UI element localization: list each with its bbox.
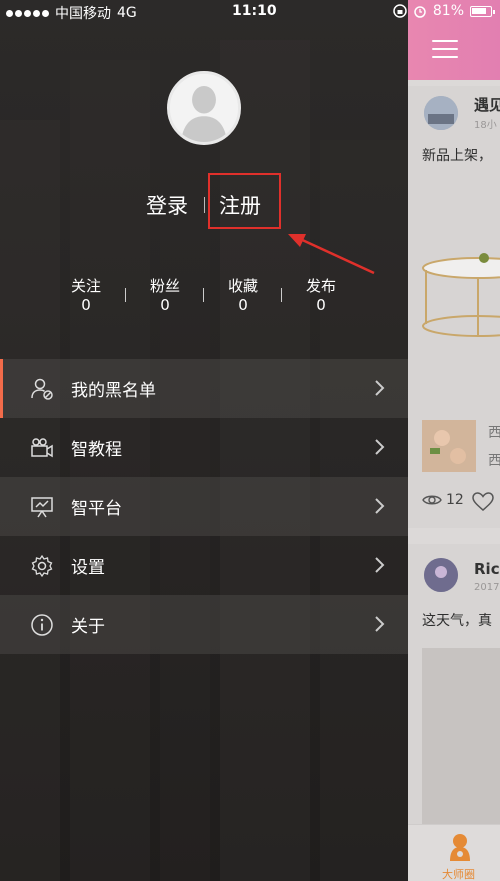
chevron-right-icon: [375, 439, 385, 455]
menu-item-label: 关于: [71, 617, 105, 637]
auth-divider: [204, 197, 205, 213]
info-icon: [30, 613, 54, 637]
menu-item-label: 智教程: [71, 440, 122, 460]
master-circle-tab-icon[interactable]: [448, 833, 472, 863]
menu-item-label: 智平台: [71, 499, 122, 519]
post-author: Ric: [474, 560, 500, 578]
eye-icon: [422, 495, 442, 505]
stat-label: 粉丝: [149, 277, 180, 295]
feed-post[interactable]: Ric 2017 这天气，真: [408, 544, 500, 824]
stat-value: 0: [160, 296, 170, 314]
carrier-label: 中国移动: [55, 6, 111, 22]
main-content-peek[interactable]: 遇见 18小 新品上架， 西 西 12 Ric 2017 这天气，真 大师圈: [408, 0, 500, 881]
signal-strength-icon: [6, 9, 49, 17]
menu-item-label: 我的黑名单: [71, 381, 156, 401]
annotation-arrow-icon: [288, 234, 375, 275]
chevron-right-icon: [375, 557, 385, 573]
feed-post[interactable]: 遇见 18小 新品上架， 西 西 12: [408, 86, 500, 528]
menu-item-platform[interactable]: 智平台: [0, 477, 408, 536]
stat-label: 收藏: [227, 277, 258, 295]
post-time: 2017: [474, 582, 500, 593]
stat-favorites[interactable]: 收藏 0: [203, 277, 283, 315]
avatar[interactable]: [167, 71, 241, 145]
gear-icon: [30, 554, 54, 578]
stat-label: 发布: [305, 277, 336, 295]
menu-item-blacklist[interactable]: 我的黑名单: [0, 359, 408, 418]
menu-item-settings[interactable]: 设置: [0, 536, 408, 595]
stat-fans[interactable]: 粉丝 0: [125, 277, 205, 315]
views-count: 12: [446, 492, 464, 508]
status-bar: 中国移动 4G 11:10 81%: [0, 0, 500, 24]
stat-value: 0: [238, 296, 248, 314]
thumb-text-1: 西: [488, 425, 500, 441]
battery-percent: 81%: [432, 3, 464, 19]
bottom-tab-bar: 大师圈: [408, 824, 500, 881]
post-avatar[interactable]: [424, 96, 458, 130]
chevron-right-icon: [375, 380, 385, 396]
hamburger-menu-icon[interactable]: [432, 40, 458, 58]
login-button[interactable]: 登录: [146, 190, 188, 220]
heart-icon[interactable]: [472, 492, 494, 512]
chevron-right-icon: [375, 616, 385, 632]
annotation-highlight-box: [208, 173, 281, 229]
stat-value: 0: [316, 296, 326, 314]
battery-icon: [470, 5, 495, 17]
post-image: [422, 648, 500, 824]
post-text: 新品上架，: [422, 148, 492, 164]
post-views: 12: [422, 492, 464, 508]
stat-following[interactable]: 关注 0: [46, 277, 126, 315]
post-image-table: [422, 253, 500, 337]
alarm-icon: [414, 6, 426, 18]
rotation-lock-icon: [393, 4, 407, 18]
post-time: 18小: [474, 120, 497, 131]
clock: 11:10: [232, 3, 277, 19]
stat-posts[interactable]: 发布 0: [281, 277, 361, 315]
post-thumbnail: [422, 420, 476, 472]
stat-label: 关注: [70, 277, 101, 295]
presentation-icon: [30, 495, 54, 519]
stat-value: 0: [81, 296, 91, 314]
network-type: 4G: [117, 5, 137, 21]
auth-row: 登录 注册: [0, 190, 408, 220]
video-camera-icon: [30, 436, 54, 460]
post-author: 遇见: [474, 96, 500, 114]
thumb-text-2: 西: [488, 453, 500, 469]
profile-stats: 关注 0 粉丝 0 收藏 0 发布 0: [44, 277, 364, 317]
chevron-right-icon: [375, 498, 385, 514]
tab-label[interactable]: 大师圈: [442, 866, 475, 881]
menu-item-label: 设置: [71, 558, 105, 578]
default-avatar-icon: [170, 74, 238, 142]
user-block-icon: [30, 377, 54, 401]
menu-item-tutorials[interactable]: 智教程: [0, 418, 408, 477]
menu-item-about[interactable]: 关于: [0, 595, 408, 654]
post-text: 这天气，真: [422, 613, 492, 629]
drawer-menu: 我的黑名单 智教程 智平台 设置 关于: [0, 359, 408, 654]
post-avatar[interactable]: [424, 558, 458, 592]
